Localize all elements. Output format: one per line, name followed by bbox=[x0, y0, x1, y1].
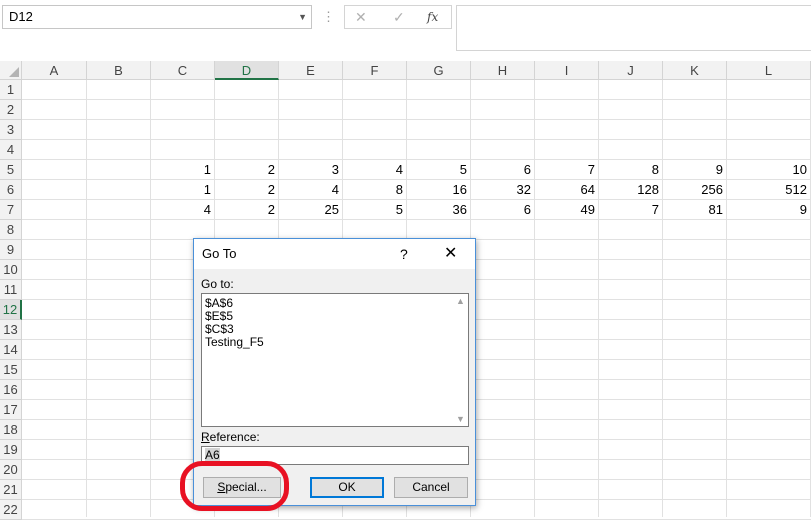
cell[interactable]: 8 bbox=[343, 180, 407, 200]
row-header[interactable]: 10 bbox=[0, 260, 22, 280]
close-icon[interactable]: ✕ bbox=[444, 239, 457, 269]
goto-listbox[interactable]: $A$6 $E$5 $C$3 Testing_F5 ▲ ▼ bbox=[201, 293, 469, 427]
formula-bar: D12 ▼ ⋮ ✕ ✓ fx bbox=[0, 0, 811, 62]
row-header[interactable]: 11 bbox=[0, 280, 22, 300]
cell[interactable]: 256 bbox=[663, 180, 727, 200]
ok-button[interactable]: OK bbox=[310, 477, 384, 498]
cell[interactable]: 64 bbox=[535, 180, 599, 200]
cell[interactable]: 7 bbox=[535, 160, 599, 180]
column-header[interactable]: K bbox=[663, 61, 727, 80]
cell[interactable]: 49 bbox=[535, 200, 599, 220]
column-header[interactable]: L bbox=[727, 61, 811, 80]
help-icon[interactable]: ? bbox=[400, 239, 408, 269]
gridline bbox=[22, 119, 811, 120]
cell[interactable]: 36 bbox=[407, 200, 471, 220]
column-header[interactable]: A bbox=[22, 61, 87, 80]
row-header[interactable]: 7 bbox=[0, 200, 22, 220]
list-item[interactable]: Testing_F5 bbox=[205, 336, 264, 349]
check-icon[interactable]: ✓ bbox=[393, 6, 405, 28]
cell[interactable]: 2 bbox=[215, 180, 279, 200]
cell[interactable]: 1 bbox=[151, 180, 215, 200]
column-header[interactable]: I bbox=[535, 61, 599, 80]
formula-input[interactable] bbox=[456, 5, 811, 51]
column-header[interactable]: J bbox=[599, 61, 663, 80]
row-header[interactable]: 22 bbox=[0, 500, 22, 520]
column-header[interactable]: E bbox=[279, 61, 343, 80]
row-header[interactable]: 20 bbox=[0, 460, 22, 480]
column-header[interactable]: G bbox=[407, 61, 471, 80]
row-header[interactable]: 1 bbox=[0, 80, 22, 100]
row-header[interactable]: 21 bbox=[0, 480, 22, 500]
select-all-corner[interactable] bbox=[0, 61, 22, 80]
row-header[interactable]: 12 bbox=[0, 300, 22, 320]
cell[interactable]: 2 bbox=[215, 160, 279, 180]
cancel-button[interactable]: Cancel bbox=[394, 477, 468, 498]
cell[interactable]: 4 bbox=[279, 180, 343, 200]
chevron-down-icon[interactable]: ▼ bbox=[298, 6, 307, 28]
cell[interactable]: 3 bbox=[279, 160, 343, 180]
reference-label: Reference: bbox=[201, 430, 260, 444]
column-header[interactable]: B bbox=[87, 61, 151, 80]
reference-label-accesskey: R bbox=[201, 430, 210, 444]
cell[interactable]: 512 bbox=[727, 180, 811, 200]
row-header[interactable]: 8 bbox=[0, 220, 22, 240]
cell[interactable]: 1 bbox=[151, 160, 215, 180]
cell[interactable]: 128 bbox=[599, 180, 663, 200]
cell[interactable]: 6 bbox=[471, 200, 535, 220]
cell[interactable]: 81 bbox=[663, 200, 727, 220]
row-header[interactable]: 14 bbox=[0, 340, 22, 360]
cell[interactable]: 8 bbox=[599, 160, 663, 180]
cell[interactable]: 10 bbox=[727, 160, 811, 180]
row-header[interactable]: 5 bbox=[0, 160, 22, 180]
cell[interactable]: 9 bbox=[663, 160, 727, 180]
listbox-scrollbar[interactable]: ▲ ▼ bbox=[453, 294, 468, 426]
close-icon[interactable]: ✕ bbox=[355, 6, 367, 28]
cell[interactable]: 4 bbox=[343, 160, 407, 180]
reference-value: A6 bbox=[205, 448, 220, 462]
cell[interactable]: 32 bbox=[471, 180, 535, 200]
cell[interactable]: 7 bbox=[599, 200, 663, 220]
cell[interactable]: 2 bbox=[215, 200, 279, 220]
row-header[interactable]: 9 bbox=[0, 240, 22, 260]
dialog-title-bar[interactable]: Go To ? ✕ bbox=[194, 239, 475, 269]
cell[interactable]: 6 bbox=[471, 160, 535, 180]
highlight-annotation bbox=[180, 461, 289, 511]
gridline bbox=[22, 139, 811, 140]
dialog-title: Go To bbox=[202, 246, 237, 261]
column-header[interactable]: D bbox=[215, 61, 279, 80]
cell[interactable]: 25 bbox=[279, 200, 343, 220]
gridline bbox=[22, 99, 811, 100]
cell[interactable]: 5 bbox=[343, 200, 407, 220]
column-header[interactable]: H bbox=[471, 61, 535, 80]
chevron-up-icon[interactable]: ▲ bbox=[453, 296, 468, 306]
row-header[interactable]: 13 bbox=[0, 320, 22, 340]
row-header[interactable]: 15 bbox=[0, 360, 22, 380]
goto-label: Go to: bbox=[201, 277, 234, 291]
name-box-value: D12 bbox=[9, 9, 33, 24]
row-header[interactable]: 17 bbox=[0, 400, 22, 420]
chevron-down-icon[interactable]: ▼ bbox=[453, 414, 468, 424]
reference-label-text: eference: bbox=[209, 430, 260, 444]
column-header[interactable]: C bbox=[151, 61, 215, 80]
cell[interactable]: 4 bbox=[151, 200, 215, 220]
cell[interactable]: 5 bbox=[407, 160, 471, 180]
column-header[interactable]: F bbox=[343, 61, 407, 80]
row-header[interactable]: 4 bbox=[0, 140, 22, 160]
formula-buttons: ✕ ✓ fx bbox=[344, 5, 452, 29]
row-header[interactable]: 3 bbox=[0, 120, 22, 140]
row-header[interactable]: 6 bbox=[0, 180, 22, 200]
function-icon[interactable]: fx bbox=[427, 6, 438, 28]
row-header[interactable]: 2 bbox=[0, 100, 22, 120]
vertical-dots-icon[interactable]: ⋮ bbox=[322, 7, 335, 27]
row-header[interactable]: 18 bbox=[0, 420, 22, 440]
row-header[interactable]: 16 bbox=[0, 380, 22, 400]
name-box[interactable]: D12 ▼ bbox=[2, 5, 312, 29]
row-header[interactable]: 19 bbox=[0, 440, 22, 460]
cell[interactable]: 16 bbox=[407, 180, 471, 200]
cell[interactable]: 9 bbox=[727, 200, 811, 220]
